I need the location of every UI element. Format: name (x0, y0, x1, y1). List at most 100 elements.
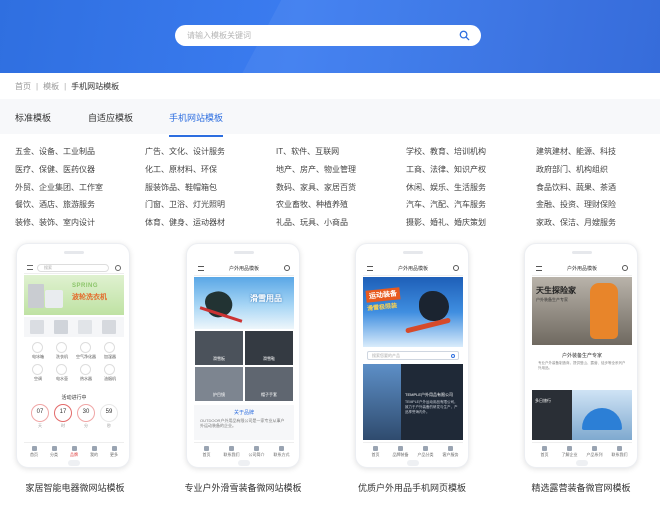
category-column: IT、软件、互联网 地产、房产、物业管理 数码、家具、家居百货 农业畜牧、种植养… (276, 143, 396, 232)
category-link[interactable]: 数码、家具、家居百货 (276, 179, 396, 197)
product-tile-label: 滑雪鞋 (263, 356, 275, 361)
company-panel-title: TEMPLE户外用品有限公司 (405, 392, 454, 397)
category-link[interactable]: IT、软件、互联网 (276, 143, 396, 161)
countdown-unit: 分 (84, 423, 88, 428)
user-icon (622, 265, 628, 271)
product-tile: 滑雪鞋 (245, 331, 293, 365)
banner-line-2: 户外装备生产专家 (536, 297, 568, 302)
product-icon-grid: 电冰箱 洗衣机 空气净化器 加湿器 空调 电水壶 热水器 油烟机 (24, 340, 124, 390)
ski-banner: 滑雪用品 (194, 277, 294, 329)
mobile-nav-item: 分类 (44, 443, 64, 458)
category-link[interactable]: 服装饰品、鞋帽箱包 (145, 179, 265, 197)
product-label: 热水器 (80, 376, 92, 381)
category-link[interactable]: 工商、法律、知识产权 (406, 161, 526, 179)
search-icon[interactable] (459, 30, 470, 41)
intro-title: 户外装备生产专家 (561, 353, 602, 359)
product-label: 加湿器 (104, 354, 116, 359)
category-link[interactable]: 学校、教育、培训机构 (406, 143, 526, 161)
countdown-seconds: 59 (100, 404, 118, 422)
category-link[interactable]: 五金、设备、工业制品 (15, 143, 135, 161)
product-circle-icon (104, 364, 115, 375)
template-card-outdoor-gear[interactable]: 户外用品模板 运动装备 滑雪极限装 搜索您要的产品 TEMPLE户外用品有限公司… (355, 243, 469, 468)
category-link[interactable]: 政府部门、机构组织 (536, 161, 656, 179)
category-link[interactable]: 休闲、娱乐、生活服务 (406, 179, 526, 197)
template-caption[interactable]: 优质户外用品手机网页模板 (337, 481, 487, 494)
template-preview-screen: 户外用品模板 天生探险家 户外装备生产专家 户外装备生产专家 专业户外装备制造商… (532, 262, 632, 458)
breadcrumb-section[interactable]: 模板 (43, 81, 59, 92)
category-link[interactable]: 医疗、保健、医药仪器 (15, 161, 135, 179)
mobile-header: 户外用品模板 (363, 262, 463, 276)
template-card-smart-home[interactable]: 搜索 SPRING 波轮洗衣机 电冰箱 洗衣机 空气净化器 加湿器 空调 电水壶… (16, 243, 130, 468)
tab-standard-templates[interactable]: 标准模板 (15, 111, 51, 124)
breadcrumb-home[interactable]: 首页 (15, 81, 31, 92)
template-card-camping-gear[interactable]: 户外用品模板 天生探险家 户外装备生产专家 户外装备生产专家 专业户外装备制造商… (524, 243, 638, 468)
mobile-nav-item: 联系我们 (219, 443, 244, 458)
mobile-header-title: 户外用品模板 (566, 266, 597, 272)
mobile-header-title: 户外用品模板 (397, 266, 428, 272)
snowboarder-image (419, 291, 449, 321)
menu-icon (27, 265, 33, 270)
category-link[interactable]: 食品饮料、蔬果、茶酒 (536, 179, 656, 197)
product-circle-icon (80, 364, 91, 375)
template-preview-screen: 户外用品模板 滑雪用品 滑雪板 滑雪鞋 护目镜 帽子手套 关于品牌 OUTDOO… (194, 262, 294, 458)
mobile-bottom-nav: 首页 品牌装备 产品分类 客户服务 (363, 442, 463, 458)
template-caption[interactable]: 精选露营装备微官网模板 (506, 481, 656, 494)
category-link[interactable]: 广告、文化、设计服务 (145, 143, 265, 161)
product-tile-label: 帽子手套 (261, 392, 277, 397)
product-thumbnail (54, 320, 68, 334)
mobile-nav-item: 我的 (84, 443, 104, 458)
countdown-unit: 时 (61, 423, 65, 428)
mobile-nav-item: 品牌装备 (388, 443, 413, 458)
category-link[interactable]: 摄影、婚礼、婚庆策划 (406, 214, 526, 232)
search-box[interactable] (175, 25, 481, 46)
mobile-bottom-nav: 首页 了解企业 产品系列 联系我们 (532, 442, 632, 458)
phone-home-button (407, 460, 419, 466)
mobile-bottom-nav: 首页 联系我们 公司简介 联系方式 (194, 442, 294, 458)
template-card-ski-gear[interactable]: 户外用品模板 滑雪用品 滑雪板 滑雪鞋 护目镜 帽子手套 关于品牌 OUTDOO… (186, 243, 300, 468)
category-link[interactable]: 餐饮、酒店、旅游服务 (15, 196, 135, 214)
mobile-banner: SPRING 波轮洗衣机 (24, 275, 124, 315)
news-panel: 多日旅行 (532, 390, 572, 440)
product-tile: 帽子手套 (245, 367, 293, 401)
category-link[interactable]: 化工、原材料、环保 (145, 161, 265, 179)
outdoor-banner: 运动装备 滑雪极限装 (363, 277, 463, 347)
category-link[interactable]: 礼品、玩具、小商品 (276, 214, 396, 232)
template-preview-screen: 户外用品模板 运动装备 滑雪极限装 搜索您要的产品 TEMPLE户外用品有限公司… (363, 262, 463, 458)
phone-home-button (68, 460, 80, 466)
category-link[interactable]: 农业畜牧、种植养殖 (276, 196, 396, 214)
category-link[interactable]: 地产、房产、物业管理 (276, 161, 396, 179)
event-title: 活动进行中 (61, 395, 87, 401)
category-link[interactable]: 金融、投资、理财保险 (536, 196, 656, 214)
category-link[interactable]: 外贸、企业集团、工作室 (15, 179, 135, 197)
countdown-days: 07 (31, 404, 49, 422)
category-link[interactable]: 装修、装饰、室内设计 (15, 214, 135, 232)
menu-icon (536, 266, 542, 271)
banner-line-1: 天生探险家 (536, 286, 576, 295)
product-circle-icon (32, 342, 43, 353)
product-label: 电冰箱 (32, 354, 44, 359)
about-title: 关于品牌 (233, 410, 254, 416)
tab-responsive-templates[interactable]: 自适应模板 (88, 111, 133, 124)
category-link[interactable]: 建筑建材、能源、科技 (536, 143, 656, 161)
mobile-nav-item: 客户服务 (438, 443, 463, 458)
banner-line-2: 滑雪极限装 (366, 303, 398, 313)
climber-image (363, 364, 401, 440)
product-tile-grid: 滑雪板 滑雪鞋 护目镜 帽子手套 (194, 331, 294, 401)
category-link[interactable]: 门窗、卫浴、灯光照明 (145, 196, 265, 214)
search-icon (284, 265, 290, 271)
template-caption[interactable]: 家居智能电器微网站模板 (0, 481, 150, 494)
search-input[interactable] (187, 28, 457, 43)
product-label: 油烟机 (104, 376, 116, 381)
tab-mobile-templates[interactable]: 手机网站模板 (169, 111, 224, 137)
hero-banner (0, 0, 660, 73)
category-link[interactable]: 汽车、汽配、汽车服务 (406, 196, 526, 214)
category-link[interactable]: 家政、保洁、月嫂服务 (536, 214, 656, 232)
product-thumbnail (102, 320, 116, 334)
mobile-header: 户外用品模板 (532, 262, 632, 276)
mobile-search-field: 搜索您要的产品 (367, 351, 459, 360)
camping-banner: 天生探险家 户外装备生产专家 (532, 277, 632, 345)
category-link[interactable]: 体育、健身、运动器材 (145, 214, 265, 232)
template-caption[interactable]: 专业户外滑雪装备微网站模板 (168, 481, 318, 494)
mobile-bottom-nav: 首页 分类 品牌 我的 更多 (24, 442, 124, 458)
company-panel-text: TEMPLE户外运动用品有限公司，致力于户外装备的研发与生产，产品享誉海内外。 (405, 400, 458, 414)
